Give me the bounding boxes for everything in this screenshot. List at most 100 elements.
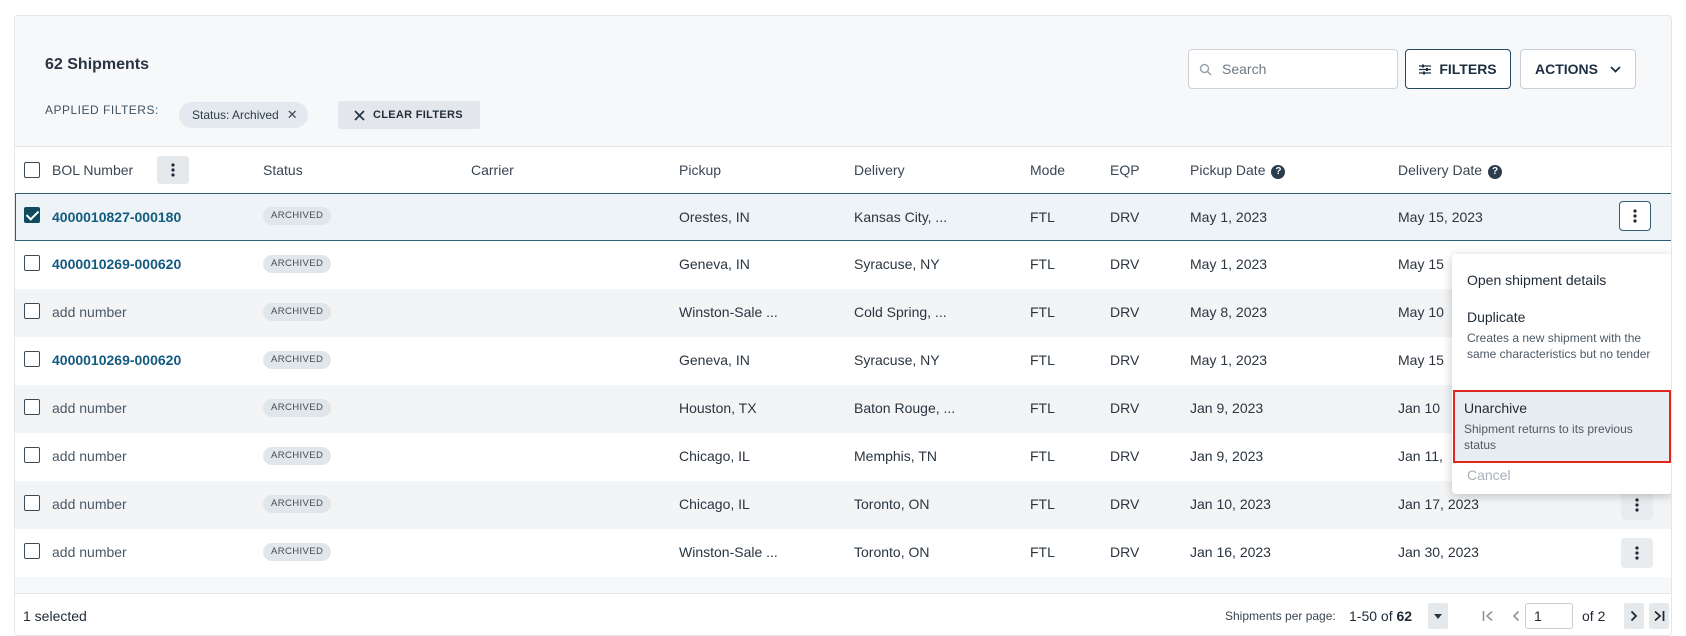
mode-cell: FTL: [1030, 209, 1055, 225]
menu-item-duplicate[interactable]: Duplicate Creates a new shipment with th…: [1458, 301, 1666, 370]
mode-cell: FTL: [1030, 304, 1055, 320]
row-menu-button[interactable]: [1621, 538, 1653, 568]
clear-filters-label: CLEAR FILTERS: [373, 109, 463, 121]
add-bol-number-link[interactable]: add number: [52, 496, 127, 512]
actions-dropdown-button[interactable]: ACTIONS: [1520, 49, 1636, 89]
table-row[interactable]: add number ARCHIVED Chicago, IL Memphis,…: [15, 433, 1671, 481]
menu-item-description: Shipment returns to its previous status: [1464, 422, 1633, 452]
eqp-cell: DRV: [1110, 352, 1140, 368]
search-input[interactable]: [1222, 61, 1382, 77]
delivery-cell: Syracuse, NY: [854, 256, 940, 272]
delivery-date-cell: May 15: [1398, 256, 1444, 272]
more-vertical-icon: [1635, 498, 1639, 512]
add-bol-number-link[interactable]: add number: [52, 448, 127, 464]
status-badge: ARCHIVED: [263, 255, 332, 273]
pickup-date-cell: May 1, 2023: [1190, 352, 1268, 368]
row-checkbox[interactable]: [24, 447, 40, 463]
add-bol-number-link[interactable]: add number: [52, 544, 127, 560]
row-checkbox[interactable]: [24, 303, 40, 319]
row-menu-button[interactable]: [1619, 201, 1651, 231]
pickup-cell: Geneva, IN: [679, 256, 750, 272]
search-box[interactable]: [1188, 49, 1398, 89]
column-header-delivery-date[interactable]: Delivery Date?: [1398, 162, 1503, 179]
more-vertical-icon: [1635, 546, 1639, 560]
column-header-bol[interactable]: BOL Number: [52, 162, 133, 178]
table-footer: 1 selected Shipments per page: 1-50 of 6…: [15, 593, 1671, 635]
bol-number-link[interactable]: 4000010269-000620: [52, 352, 181, 368]
row-checkbox[interactable]: [24, 255, 40, 271]
table-row[interactable]: add number ARCHIVED Winston-Sale ... Col…: [15, 289, 1671, 337]
next-page-button[interactable]: [1624, 603, 1644, 629]
pickup-cell: Winston-Sale ...: [679, 544, 778, 560]
delivery-date-cell: May 10: [1398, 304, 1444, 320]
row-checkbox[interactable]: [24, 399, 40, 415]
pickup-cell: Houston, TX: [679, 400, 757, 416]
table-row[interactable]: 4000010269-000620 ARCHIVED Geneva, IN Sy…: [15, 241, 1671, 289]
row-menu-button[interactable]: [1621, 490, 1653, 520]
column-header-delivery[interactable]: Delivery: [854, 162, 905, 178]
pickup-date-cell: Jan 9, 2023: [1190, 400, 1264, 416]
row-context-menu: Open shipment details Duplicate Creates …: [1452, 254, 1671, 494]
first-page-button[interactable]: [1478, 603, 1498, 629]
status-badge: ARCHIVED: [263, 207, 332, 225]
filters-button[interactable]: FILTERS: [1405, 49, 1511, 89]
pickup-cell: Geneva, IN: [679, 352, 750, 368]
table-row[interactable]: 4000010827-000180 ARCHIVED Orestes, IN K…: [15, 193, 1671, 241]
table-row[interactable]: add number ARCHIVED Chicago, IL Toronto,…: [15, 481, 1671, 529]
mode-cell: FTL: [1030, 496, 1055, 512]
more-vertical-icon: [1633, 209, 1637, 223]
column-header-eqp[interactable]: EQP: [1110, 162, 1140, 178]
previous-page-button[interactable]: [1506, 603, 1526, 629]
bol-number-link[interactable]: 4000010269-000620: [52, 256, 181, 272]
menu-item-label: Open shipment details: [1467, 272, 1607, 288]
first-page-icon: [1482, 610, 1493, 622]
status-badge: ARCHIVED: [263, 447, 332, 465]
column-menu-button[interactable]: [157, 156, 189, 184]
eqp-cell: DRV: [1110, 256, 1140, 272]
actions-button-label: ACTIONS: [1535, 61, 1598, 77]
column-header-pickup-date[interactable]: Pickup Date?: [1190, 162, 1286, 179]
status-badge: ARCHIVED: [263, 303, 332, 321]
filter-sliders-icon: [1419, 64, 1432, 74]
table-row[interactable]: add number ARCHIVED Winston-Sale ... Tor…: [15, 529, 1671, 577]
table-row[interactable]: add number ARCHIVED Houston, TX Baton Ro…: [15, 385, 1671, 433]
delivery-date-cell: Jan 11,: [1398, 448, 1443, 464]
menu-item-unarchive[interactable]: Unarchive Shipment returns to its previo…: [1453, 390, 1671, 463]
bol-number-link[interactable]: 4000010827-000180: [52, 209, 181, 225]
eqp-cell: DRV: [1110, 544, 1140, 560]
page-count: of 2: [1582, 608, 1606, 624]
row-checkbox[interactable]: [24, 495, 40, 511]
table-row[interactable]: 4000010269-000620 ARCHIVED Geneva, IN Sy…: [15, 337, 1671, 385]
add-bol-number-link[interactable]: add number: [52, 304, 127, 320]
mode-cell: FTL: [1030, 352, 1055, 368]
status-badge: ARCHIVED: [263, 351, 332, 369]
pickup-cell: Chicago, IL: [679, 448, 750, 464]
shipments-panel: 62 Shipments APPLIED FILTERS: Status: Ar…: [14, 15, 1672, 636]
column-header-carrier[interactable]: Carrier: [471, 162, 514, 178]
row-checkbox[interactable]: [24, 207, 40, 223]
status-badge: ARCHIVED: [263, 399, 332, 417]
page-title: 62 Shipments: [45, 56, 150, 73]
chevron-down-icon: [1610, 65, 1621, 73]
add-bol-number-link[interactable]: add number: [52, 400, 127, 416]
pickup-cell: Orestes, IN: [679, 209, 750, 225]
per-page-dropdown[interactable]: [1428, 603, 1448, 629]
eqp-cell: DRV: [1110, 304, 1140, 320]
row-checkbox[interactable]: [24, 543, 40, 559]
page-number-input[interactable]: [1525, 603, 1573, 629]
column-header-mode[interactable]: Mode: [1030, 162, 1065, 178]
last-page-button[interactable]: [1649, 603, 1669, 629]
column-header-status[interactable]: Status: [263, 162, 303, 178]
help-icon[interactable]: ?: [1271, 165, 1286, 179]
per-page-label: Shipments per page:: [1225, 609, 1336, 623]
select-all-checkbox[interactable]: [24, 162, 40, 178]
clear-filters-button[interactable]: CLEAR FILTERS: [338, 101, 480, 129]
help-icon[interactable]: ?: [1488, 165, 1503, 179]
eqp-cell: DRV: [1110, 448, 1140, 464]
remove-filter-icon[interactable]: ✕: [287, 107, 298, 123]
column-header-pickup[interactable]: Pickup: [679, 162, 721, 178]
menu-item-cancel[interactable]: Cancel: [1458, 459, 1666, 491]
table-header: BOL Number Status Carrier Pickup Deliver…: [15, 146, 1671, 194]
row-checkbox[interactable]: [24, 351, 40, 367]
menu-item-open-details[interactable]: Open shipment details: [1458, 264, 1666, 296]
